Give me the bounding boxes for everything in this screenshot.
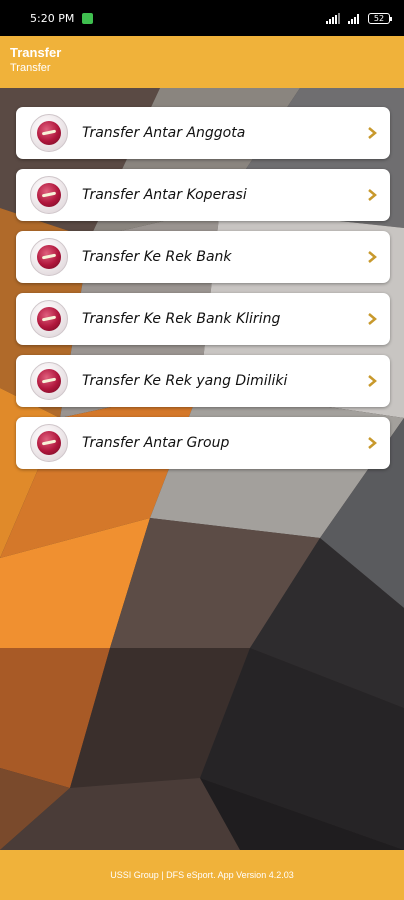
- menu-item-label: Transfer Ke Rek Bank: [82, 249, 232, 265]
- status-right: 52: [326, 12, 392, 24]
- menu-item-transfer-ke-rek-bank-kliring[interactable]: Transfer Ke Rek Bank Kliring: [16, 293, 390, 345]
- notification-icon: [82, 12, 94, 24]
- menu-item-transfer-antar-group[interactable]: Transfer Antar Group: [16, 417, 390, 469]
- status-bar: 5:20 PM 52: [0, 0, 404, 36]
- menu-item-label: Transfer Ke Rek Bank Kliring: [82, 311, 281, 327]
- app-header: Transfer Transfer: [0, 36, 404, 88]
- signal-icon: [326, 12, 340, 24]
- battery-icon: 52: [368, 12, 392, 24]
- money-icon: [30, 238, 68, 276]
- chevron-right-icon: [364, 249, 380, 265]
- money-icon: [30, 176, 68, 214]
- menu-item-label: Transfer Ke Rek yang Dimiliki: [82, 373, 288, 389]
- money-icon: [30, 424, 68, 462]
- chevron-right-icon: [364, 435, 380, 451]
- menu-item-label: Transfer Antar Group: [82, 435, 230, 451]
- menu-item-transfer-antar-koperasi[interactable]: Transfer Antar Koperasi: [16, 169, 390, 221]
- status-left: 5:20 PM: [30, 11, 94, 25]
- chevron-right-icon: [364, 125, 380, 141]
- money-icon: [30, 362, 68, 400]
- money-icon: [30, 114, 68, 152]
- transfer-menu: Transfer Antar Anggota Transfer Antar Ko…: [16, 107, 390, 469]
- menu-item-transfer-ke-rek-bank[interactable]: Transfer Ke Rek Bank: [16, 231, 390, 283]
- chevron-right-icon: [364, 373, 380, 389]
- money-icon: [30, 300, 68, 338]
- status-time: 5:20 PM: [30, 11, 75, 25]
- chevron-right-icon: [364, 311, 380, 327]
- menu-item-transfer-antar-anggota[interactable]: Transfer Antar Anggota: [16, 107, 390, 159]
- footer: USSI Group | DFS eSport. App Version 4.2…: [0, 850, 404, 900]
- signal-icon-2: [348, 13, 359, 24]
- chevron-right-icon: [364, 187, 380, 203]
- page-subtitle: Transfer: [10, 62, 51, 74]
- menu-item-label: Transfer Antar Anggota: [82, 125, 246, 141]
- menu-item-label: Transfer Antar Koperasi: [82, 187, 247, 203]
- menu-item-transfer-ke-rek-yang-dimiliki[interactable]: Transfer Ke Rek yang Dimiliki: [16, 355, 390, 407]
- page-title: Transfer: [10, 45, 62, 60]
- footer-version-text: USSI Group | DFS eSport. App Version 4.2…: [110, 870, 294, 880]
